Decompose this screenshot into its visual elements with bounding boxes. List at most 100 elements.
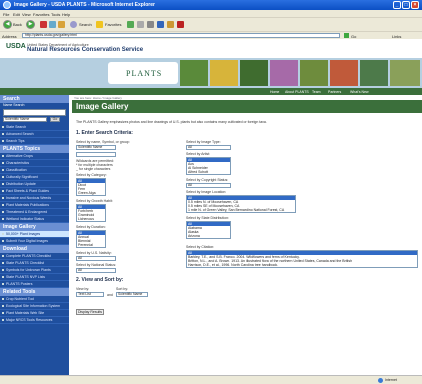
sidebar-item-download[interactable]: Symbols for Unknown Plants	[0, 267, 69, 274]
sidebar-item-download[interactable]: State PLANTS Checklist	[0, 260, 69, 267]
sidebar-item-download[interactable]: PLANTS Posters	[0, 281, 69, 288]
sidebar-item-topic[interactable]: Alternative Crops	[0, 153, 69, 160]
sidebar-item-topic[interactable]: Culturally Significant	[0, 174, 69, 181]
sidebar-item-topic[interactable]: Characteristics	[0, 160, 69, 167]
home-icon[interactable]	[58, 21, 65, 28]
sidebar-item-topic[interactable]: Invasive and Noxious Weeds	[0, 195, 69, 202]
favorites-label[interactable]: Favorites	[105, 22, 121, 27]
favorites-star-icon[interactable]	[96, 21, 103, 28]
list-item[interactable]: Alfred Schott	[187, 170, 230, 174]
image-type-select[interactable]: All	[186, 145, 231, 150]
sidebar-item-topic[interactable]: Fact Sheets & Plant Guides	[0, 188, 69, 195]
national-status-select[interactable]: All	[76, 268, 116, 273]
nativity-select[interactable]: All	[76, 256, 116, 261]
print-icon[interactable]	[147, 21, 154, 28]
sidebar-item-topic[interactable]: Plant Materials Publications	[0, 202, 69, 209]
list-item[interactable]: Arizona	[187, 234, 230, 238]
location-list[interactable]: All 0.5 miles N. of Moosehaven, CA 0.5 m…	[186, 195, 296, 213]
back-arrow-icon[interactable]: ◀	[3, 20, 12, 29]
internet-globe-icon	[378, 378, 383, 383]
category-list[interactable]: All Dicot Fern Green Alga	[76, 178, 106, 196]
maximize-button[interactable]: □	[402, 1, 410, 9]
edit-icon[interactable]	[157, 21, 164, 28]
discuss-icon[interactable]	[167, 21, 174, 28]
forward-arrow-icon[interactable]: ▶	[26, 20, 35, 29]
sidebar-item-topic[interactable]: Wetland Indicator Status	[0, 216, 69, 223]
nativity-label: Select by U.S. Nativity:	[76, 251, 112, 255]
search-type-select[interactable]: Scientific Name	[3, 117, 47, 122]
plants-logo-text: PLANTS	[126, 69, 163, 78]
refresh-icon[interactable]	[49, 21, 56, 28]
category-label: Select by Category:	[76, 173, 107, 177]
copyright-label: Select by Copyright Status:	[186, 178, 229, 182]
view-by-select[interactable]: Text List	[76, 292, 104, 297]
sidebar-item-download[interactable]: State PLANTS NVP Lists	[0, 274, 69, 281]
sidebar-gallery-head: Image Gallery	[0, 223, 69, 231]
menu-view[interactable]: View	[22, 12, 31, 17]
sidebar-item-advanced-search[interactable]: Advanced Search	[0, 131, 69, 138]
menu-file[interactable]: File	[3, 12, 9, 17]
list-item[interactable]: Perennial	[77, 243, 105, 247]
sidebar-item-download[interactable]: Complete PLANTS Checklist	[0, 253, 69, 260]
by-name-select[interactable]: Scientific Name	[76, 145, 116, 150]
sidebar-item-topic[interactable]: Classification	[0, 167, 69, 174]
growth-list[interactable]: All Forb/herb Graminoid Lichenous	[76, 204, 106, 222]
minimize-button[interactable]: _	[393, 1, 401, 9]
address-input[interactable]: http://plants.usda.gov/gallery.html	[22, 33, 340, 38]
go-arrow-icon[interactable]	[344, 33, 349, 38]
nav-team[interactable]: Team	[312, 90, 321, 94]
sidebar-item-related[interactable]: Plant Materials Web Site	[0, 310, 69, 317]
plants-logo[interactable]: PLANTS	[108, 62, 178, 84]
close-button[interactable]: ×	[411, 1, 419, 9]
stop-icon[interactable]	[40, 21, 47, 28]
banner-photo-2	[210, 60, 238, 86]
sidebar-item-search-tips[interactable]: Search Tips	[0, 138, 69, 145]
window-title: Image Gallery - USDA PLANTS - Microsoft …	[14, 2, 155, 8]
list-item[interactable]: Lichenous	[77, 217, 105, 221]
list-item[interactable]: Harrison, D.E., et al., 1996. North Caro…	[187, 263, 417, 267]
main-content: You are here: Home / Image Gallery Image…	[72, 95, 422, 375]
by-name-input[interactable]	[76, 152, 116, 157]
sidebar-item-related[interactable]: Major NRCS Tools Resources	[0, 317, 69, 324]
security-zone: Internet	[385, 378, 397, 382]
address-url: http://plants.usda.gov/gallery.html	[25, 33, 77, 37]
duration-list[interactable]: All Annual Biennial Perennial	[76, 230, 106, 248]
menu-help[interactable]: Help	[62, 12, 70, 17]
banner-photo-4	[270, 60, 298, 86]
list-item[interactable]: 1 mile N. of Green Valley, San Bernardin…	[187, 208, 295, 212]
menu-tools[interactable]: Tools	[51, 12, 60, 17]
state-label: Select by State Distribution:	[186, 216, 229, 220]
sidebar-go-button[interactable]: Go	[50, 117, 60, 122]
nav-whats-new[interactable]: What's New	[350, 90, 369, 94]
sidebar-item-plant-images[interactable]: 50,000+ Plant Images	[0, 231, 69, 238]
citation-list[interactable]: All Barkley, T.E., and S.B. Franco. 2004…	[186, 250, 418, 268]
sidebar-item-submit-images[interactable]: Submit Your Digital Images	[0, 238, 69, 245]
banner-photo-1	[180, 60, 208, 86]
history-icon[interactable]	[127, 21, 134, 28]
sidebar-item-topic[interactable]: Threatened & Endangered	[0, 209, 69, 216]
nav-about[interactable]: About PLANTS	[285, 90, 309, 94]
menu-favorites[interactable]: Favorites	[33, 12, 49, 17]
and-label: and	[107, 293, 113, 297]
sidebar-item-related[interactable]: Crop Nutrient Tool	[0, 296, 69, 303]
search-icon[interactable]	[70, 21, 77, 28]
search-label[interactable]: Search	[79, 22, 92, 27]
web-page: USDA United States Department of Agricul…	[0, 39, 422, 375]
nav-home[interactable]: Home	[270, 90, 279, 94]
sidebar-item-topic[interactable]: Distribution Update	[0, 181, 69, 188]
nav-partners[interactable]: Partners	[328, 90, 341, 94]
state-list[interactable]: All Alabama Alaska Arizona	[186, 221, 231, 239]
messenger-icon[interactable]	[177, 21, 184, 28]
menu-edit[interactable]: Edit	[13, 12, 20, 17]
sidebar-item-related[interactable]: Ecological Site Information System	[0, 303, 69, 310]
mail-icon[interactable]	[137, 21, 144, 28]
back-label[interactable]: Back	[13, 22, 22, 27]
sidebar-item-state-search[interactable]: State Search	[0, 124, 69, 131]
list-item[interactable]: Green Alga	[77, 191, 105, 195]
sort-by-select[interactable]: Scientific Name	[116, 292, 148, 297]
usda-logo[interactable]: USDA	[6, 43, 26, 54]
artist-list[interactable]: All Acs Al Schneider Alfred Schott	[186, 157, 231, 175]
display-results-button[interactable]: Display Results	[76, 309, 104, 315]
name-search-input[interactable]	[3, 109, 66, 116]
copyright-select[interactable]: All	[186, 183, 231, 188]
